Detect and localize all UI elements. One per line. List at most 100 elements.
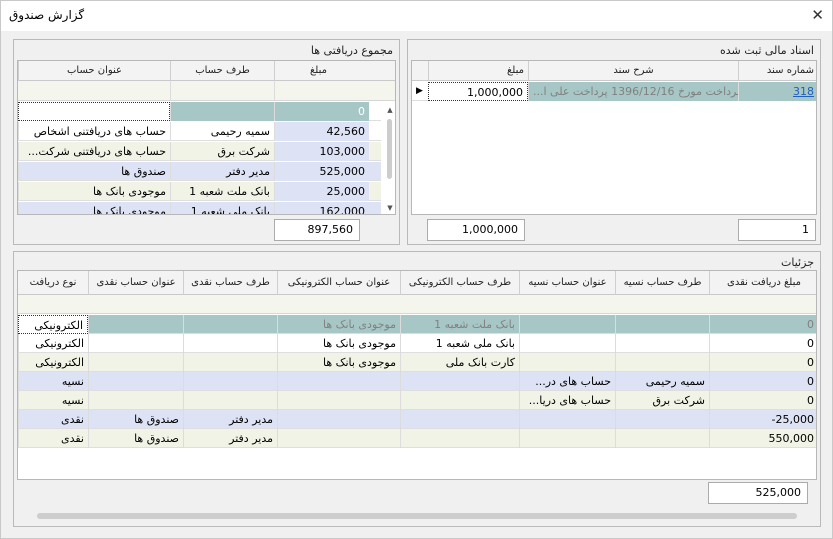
grid-cell[interactable]: نسیه <box>18 372 88 391</box>
grid-cell[interactable]: نقدی <box>18 429 88 448</box>
grid-cell[interactable] <box>519 429 615 448</box>
grid-cell[interactable]: موجودی بانک ها <box>18 202 170 214</box>
grid-cell[interactable]: الکترونیکی <box>18 315 88 334</box>
grid-cell[interactable]: -25,000 <box>709 410 816 429</box>
col-header-account[interactable]: عنوان حساب <box>18 61 170 81</box>
grid-cell[interactable]: موجودی بانک ها <box>277 353 400 372</box>
col-header-doc-no[interactable]: شماره سند <box>738 61 816 81</box>
registered-docs-grid[interactable]: مبلغ شرح سند شماره سند ▶ 1,000,000 ...پردا… <box>411 60 817 215</box>
grid-cell[interactable] <box>277 372 400 391</box>
grid-cell[interactable] <box>519 334 615 353</box>
grid-cell[interactable] <box>183 353 277 372</box>
grid-cell[interactable]: صندوق ها <box>88 429 183 448</box>
grid-cell[interactable] <box>615 334 709 353</box>
table-row[interactable]: صندوق ها مدیر دفتر 525,000 <box>18 162 381 181</box>
grid-cell[interactable]: بانک ملی شعبه 1 <box>400 334 519 353</box>
grid-cell[interactable]: 162,000 <box>274 202 369 214</box>
table-row[interactable]: نقدی صندوق ها مدیر دفتر -25,000 <box>18 410 816 429</box>
grid-cell[interactable] <box>400 410 519 429</box>
grid-cell[interactable] <box>88 372 183 391</box>
filter-cell[interactable] <box>170 81 274 101</box>
table-row[interactable]: نسیه ...حساب های در سمیه رحیمی 0 <box>18 372 816 391</box>
scroll-thumb[interactable] <box>387 119 392 179</box>
table-row[interactable]: الکترونیکی موجودی بانک ها بانک ملت شعبه 1 0 <box>18 315 816 334</box>
col-header-credit-party[interactable]: طرف حساب نسیه <box>615 271 709 295</box>
doc-number-link[interactable]: 318 <box>738 82 816 101</box>
table-row[interactable]: موجودی بانک ها بانک ملی شعبه 1 162,000 <box>18 202 381 214</box>
grid-cell[interactable] <box>400 429 519 448</box>
grid-cell[interactable]: صندوق ها <box>88 410 183 429</box>
filter-row[interactable] <box>18 295 816 314</box>
hscroll-thumb[interactable] <box>37 513 797 519</box>
grid-cell[interactable] <box>615 315 709 334</box>
grid-cell[interactable]: الکترونیکی <box>18 334 88 353</box>
filter-row[interactable] <box>18 81 395 101</box>
grid-cell[interactable] <box>519 315 615 334</box>
grid-cell[interactable] <box>183 334 277 353</box>
grid-cell[interactable]: 0 <box>709 372 816 391</box>
col-header-e-party[interactable]: طرف حساب الکترونیکی <box>400 271 519 295</box>
grid-cell[interactable]: 42,560 <box>274 122 369 141</box>
grid-cell[interactable]: شرکت برق <box>170 142 274 161</box>
grid-cell[interactable]: 0 <box>709 353 816 372</box>
grid-cell[interactable] <box>277 391 400 410</box>
grid-cell[interactable] <box>88 391 183 410</box>
horizontal-scrollbar[interactable] <box>17 510 817 522</box>
table-row[interactable]: نسیه ...حساب های دریا شرکت برق 0 <box>18 391 816 410</box>
grid-cell[interactable] <box>400 372 519 391</box>
col-header-cash-amount[interactable]: مبلغ دریافت نقدی <box>709 271 816 295</box>
table-row[interactable]: الکترونیکی موجودی بانک ها کارت بانک ملی 0 <box>18 353 816 372</box>
grid-cell[interactable] <box>88 334 183 353</box>
grid-cell[interactable]: 0 <box>274 102 369 121</box>
table-row[interactable]: الکترونیکی موجودی بانک ها بانک ملی شعبه 1 0 <box>18 334 816 353</box>
grid-cell[interactable]: موجودی بانک ها <box>277 315 400 334</box>
grid-cell[interactable]: 1,000,000 <box>428 82 528 101</box>
scroll-up-icon[interactable]: ▲ <box>383 103 395 117</box>
scroll-down-icon[interactable]: ▼ <box>383 201 395 214</box>
grid-cell[interactable]: بانک ملی شعبه 1 <box>170 202 274 214</box>
col-header-e-account[interactable]: عنوان حساب الکترونیکی <box>277 271 400 295</box>
grid-cell[interactable] <box>400 391 519 410</box>
grid-cell[interactable]: 525,000 <box>274 162 369 181</box>
col-header-description[interactable]: شرح سند <box>528 61 738 81</box>
grid-cell[interactable] <box>183 315 277 334</box>
grid-cell[interactable]: ...حساب های دریافتنی شرکت <box>18 142 170 161</box>
col-header-credit-account[interactable]: عنوان حساب نسیه <box>519 271 615 295</box>
grid-cell[interactable]: کارت بانک ملی <box>400 353 519 372</box>
grid-cell[interactable] <box>88 353 183 372</box>
grid-cell[interactable]: موجودی بانک ها <box>277 334 400 353</box>
grid-cell[interactable]: 103,000 <box>274 142 369 161</box>
grid-cell[interactable] <box>277 429 400 448</box>
col-header-amount[interactable]: مبلغ <box>274 61 362 81</box>
grid-cell[interactable] <box>519 353 615 372</box>
grid-cell[interactable]: نقدی <box>18 410 88 429</box>
grid-cell[interactable]: ...پرداخت مورخ 1396/12/16 پرداخت علی ا <box>528 82 738 101</box>
vertical-scrollbar[interactable]: ▲ ▼ <box>383 103 395 214</box>
grid-cell[interactable] <box>615 410 709 429</box>
col-header-amount[interactable]: مبلغ <box>428 61 528 81</box>
grid-cell[interactable] <box>615 429 709 448</box>
grid-cell[interactable] <box>277 410 400 429</box>
received-totals-grid[interactable]: عنوان حساب طرف حساب مبلغ 0 حساب های دریاف… <box>17 60 396 215</box>
grid-cell[interactable]: مدیر دفتر <box>183 410 277 429</box>
grid-cell[interactable]: 0 <box>709 315 816 334</box>
grid-cell[interactable]: حساب های دریافتنی اشخاص <box>18 122 170 141</box>
grid-cell[interactable]: سمیه رحیمی <box>170 122 274 141</box>
grid-cell[interactable]: ...حساب های در <box>519 372 615 391</box>
grid-cell[interactable]: 550,000 <box>709 429 816 448</box>
close-icon[interactable]: ✕ <box>811 6 824 24</box>
filter-cell[interactable] <box>18 81 170 101</box>
grid-cell[interactable]: 0 <box>709 391 816 410</box>
grid-cell[interactable] <box>170 102 274 121</box>
table-row[interactable]: نقدی صندوق ها مدیر دفتر 550,000 <box>18 429 816 448</box>
col-header-cash-account[interactable]: عنوان حساب نقدی <box>88 271 183 295</box>
grid-cell[interactable]: مدیر دفتر <box>183 429 277 448</box>
col-header-cash-party[interactable]: طرف حساب نقدی <box>183 271 277 295</box>
grid-cell[interactable] <box>18 102 170 121</box>
table-row[interactable]: ...حساب های دریافتنی شرکت شرکت برق 103,000 <box>18 142 381 161</box>
grid-cell[interactable]: سمیه رحیمی <box>615 372 709 391</box>
grid-cell[interactable]: الکترونیکی <box>18 353 88 372</box>
grid-cell[interactable]: 0 <box>709 334 816 353</box>
grid-cell[interactable] <box>183 372 277 391</box>
table-row[interactable]: ▶ 1,000,000 ...پرداخت مورخ 1396/12/16 پردا… <box>412 82 816 101</box>
